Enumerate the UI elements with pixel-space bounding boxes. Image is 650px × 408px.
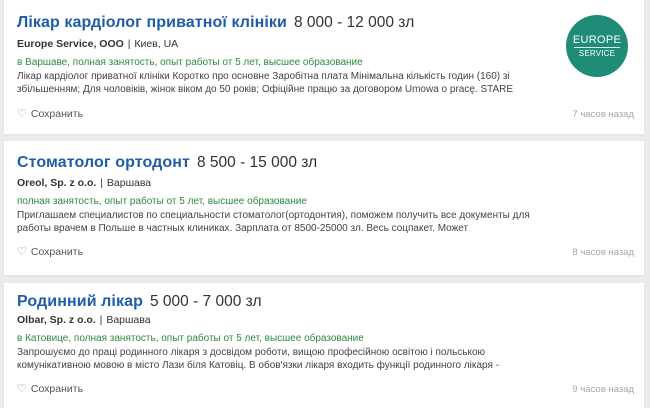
heart-outline-icon: ♡ (17, 246, 27, 258)
salary: 5 000 - 7 000 зл (149, 293, 262, 310)
logo-text-bottom: SERVICE (578, 48, 616, 58)
company-name[interactable]: Olbar, Sp. z o.o. (17, 314, 96, 326)
logo-divider (574, 46, 620, 48)
company-name[interactable]: Europe Service, OOO (17, 38, 124, 50)
job-details: в Катовице, полная занятость, опыт работ… (17, 333, 364, 344)
company-name[interactable]: Oreol, Sp. z o.o. (17, 177, 96, 189)
save-label: Сохранить (30, 245, 84, 258)
job-card[interactable]: Лікар кардіолог приватної клініки 8 000 -… (4, 0, 644, 134)
company-logo[interactable]: EUROPE SERVICE (566, 15, 628, 77)
job-description: Приглашаем специалистов по специальности… (17, 210, 530, 234)
title-row: Родинний лікар 5 000 - 7 000 зл (17, 293, 262, 311)
city: Киев, UA (134, 38, 179, 50)
salary: 8 500 - 15 000 зл (196, 154, 318, 171)
logo-text-top: EUROPE (572, 33, 622, 46)
save-label: Сохранить (30, 107, 84, 120)
job-details: в Варшаве, полная занятость, опыт работы… (17, 57, 363, 68)
city: Варшава (106, 314, 151, 326)
posted-time: 9 часов назад (572, 384, 634, 395)
job-title-link[interactable]: Родинний лікар (17, 293, 143, 310)
job-details: полная занятость, опыт работы от 5 лет, … (17, 196, 307, 207)
job-description: Лікар кардіолог приватної клініки Коротк… (17, 71, 514, 95)
title-row: Лікар кардіолог приватної клініки 8 000 -… (17, 14, 414, 32)
salary: 8 000 - 12 000 зл (293, 14, 415, 31)
save-label: Сохранить (30, 382, 84, 395)
job-description: Запрошуємо до праці родинного лікаря з д… (17, 347, 500, 371)
save-button[interactable]: ♡ Сохранить (17, 107, 84, 121)
posted-time: 8 часов назад (572, 247, 634, 258)
company-line: Olbar, Sp. z o.o. | Варшава (17, 314, 151, 326)
heart-outline-icon: ♡ (17, 108, 27, 120)
save-button[interactable]: ♡ Сохранить (17, 245, 84, 259)
company-line: Europe Service, OOO | Киев, UA (17, 38, 179, 50)
job-card[interactable]: Стоматолог ортодонт 8 500 - 15 000 зл Ore… (4, 141, 644, 275)
posted-time: 7 часов назад (572, 109, 634, 120)
heart-outline-icon: ♡ (17, 383, 27, 395)
company-line: Oreol, Sp. z o.o. | Варшава (17, 177, 152, 189)
job-card[interactable]: Родинний лікар 5 000 - 7 000 зл Olbar, Sp… (4, 283, 644, 408)
save-button[interactable]: ♡ Сохранить (17, 382, 84, 396)
city: Варшава (106, 177, 152, 189)
title-row: Стоматолог ортодонт 8 500 - 15 000 зл (17, 154, 317, 172)
job-title-link[interactable]: Лікар кардіолог приватної клініки (17, 14, 287, 31)
job-title-link[interactable]: Стоматолог ортодонт (17, 154, 190, 171)
